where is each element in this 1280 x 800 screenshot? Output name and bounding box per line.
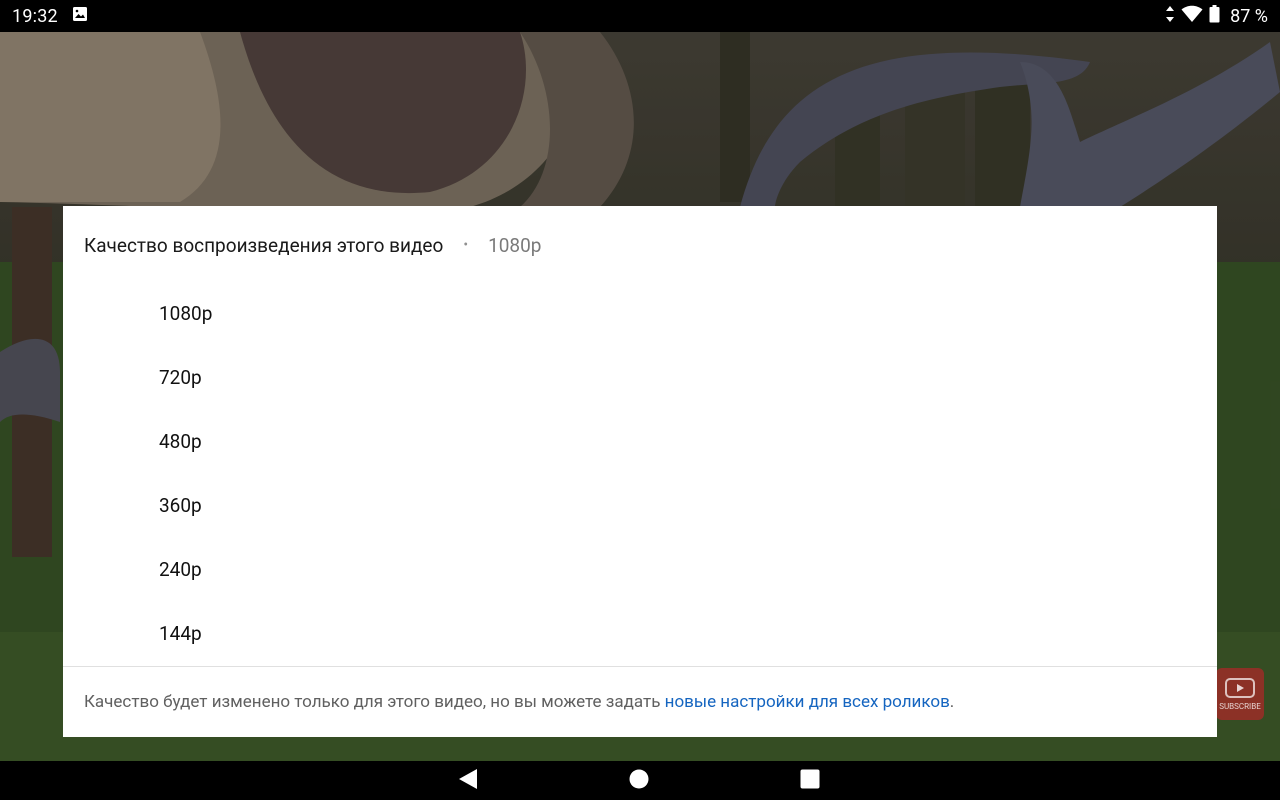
image-icon: [72, 6, 88, 27]
all-videos-settings-link[interactable]: новые настройки для всех роликов: [665, 692, 950, 712]
footer-text: Качество будет изменено только для этого…: [84, 692, 665, 712]
quality-option-label: 720p: [159, 365, 202, 389]
dialog-footer: Качество будет изменено только для этого…: [84, 692, 954, 712]
status-right: 87 %: [1165, 4, 1268, 28]
quality-option-1080p[interactable]: 1080p: [63, 281, 1217, 345]
subscribe-watermark[interactable]: SUBSCRIBE: [1216, 668, 1264, 720]
quality-option-label: 144p: [159, 621, 202, 645]
quality-option-144p[interactable]: 144p: [63, 601, 1217, 665]
back-icon: [458, 768, 478, 794]
subscribe-label: SUBSCRIBE: [1219, 701, 1261, 711]
quality-option-label: 240p: [159, 557, 202, 581]
home-button[interactable]: [609, 761, 669, 800]
status-left: 19:32: [12, 6, 88, 27]
quality-options-list: 1080p 720p 480p 360p 240p 144p: [63, 281, 1217, 665]
quality-option-240p[interactable]: 240p: [63, 537, 1217, 601]
current-quality: 1080p: [488, 233, 542, 257]
footer-end: .: [949, 692, 955, 712]
status-time: 19:32: [12, 5, 58, 27]
quality-option-label: 1080p: [159, 301, 213, 325]
dialog-header: Качество воспроизведения этого видео • 1…: [84, 232, 541, 258]
quality-option-label: 360p: [159, 493, 202, 517]
quality-dialog: Качество воспроизведения этого видео • 1…: [63, 206, 1217, 737]
quality-option-720p[interactable]: 720p: [63, 345, 1217, 409]
wifi-icon: [1181, 5, 1203, 28]
battery-icon: [1209, 4, 1220, 28]
data-arrows-icon: [1165, 5, 1175, 28]
quality-option-label: 480p: [159, 429, 202, 453]
navigation-bar: [0, 761, 1280, 800]
quality-option-480p[interactable]: 480p: [63, 409, 1217, 473]
dialog-title: Качество воспроизведения этого видео: [84, 233, 444, 257]
back-button[interactable]: [438, 761, 498, 800]
youtube-play-icon: [1225, 677, 1255, 698]
screen: 19:32 87 % SUBSCRIBE Качество воспроизве…: [0, 0, 1280, 800]
title-separator: •: [463, 237, 469, 253]
dialog-divider: [63, 666, 1217, 667]
recents-icon: [800, 769, 820, 793]
home-icon: [629, 769, 649, 793]
status-bar: 19:32 87 %: [0, 0, 1280, 32]
quality-option-360p[interactable]: 360p: [63, 473, 1217, 537]
battery-percent: 87 %: [1230, 5, 1268, 27]
recents-button[interactable]: [780, 761, 840, 800]
